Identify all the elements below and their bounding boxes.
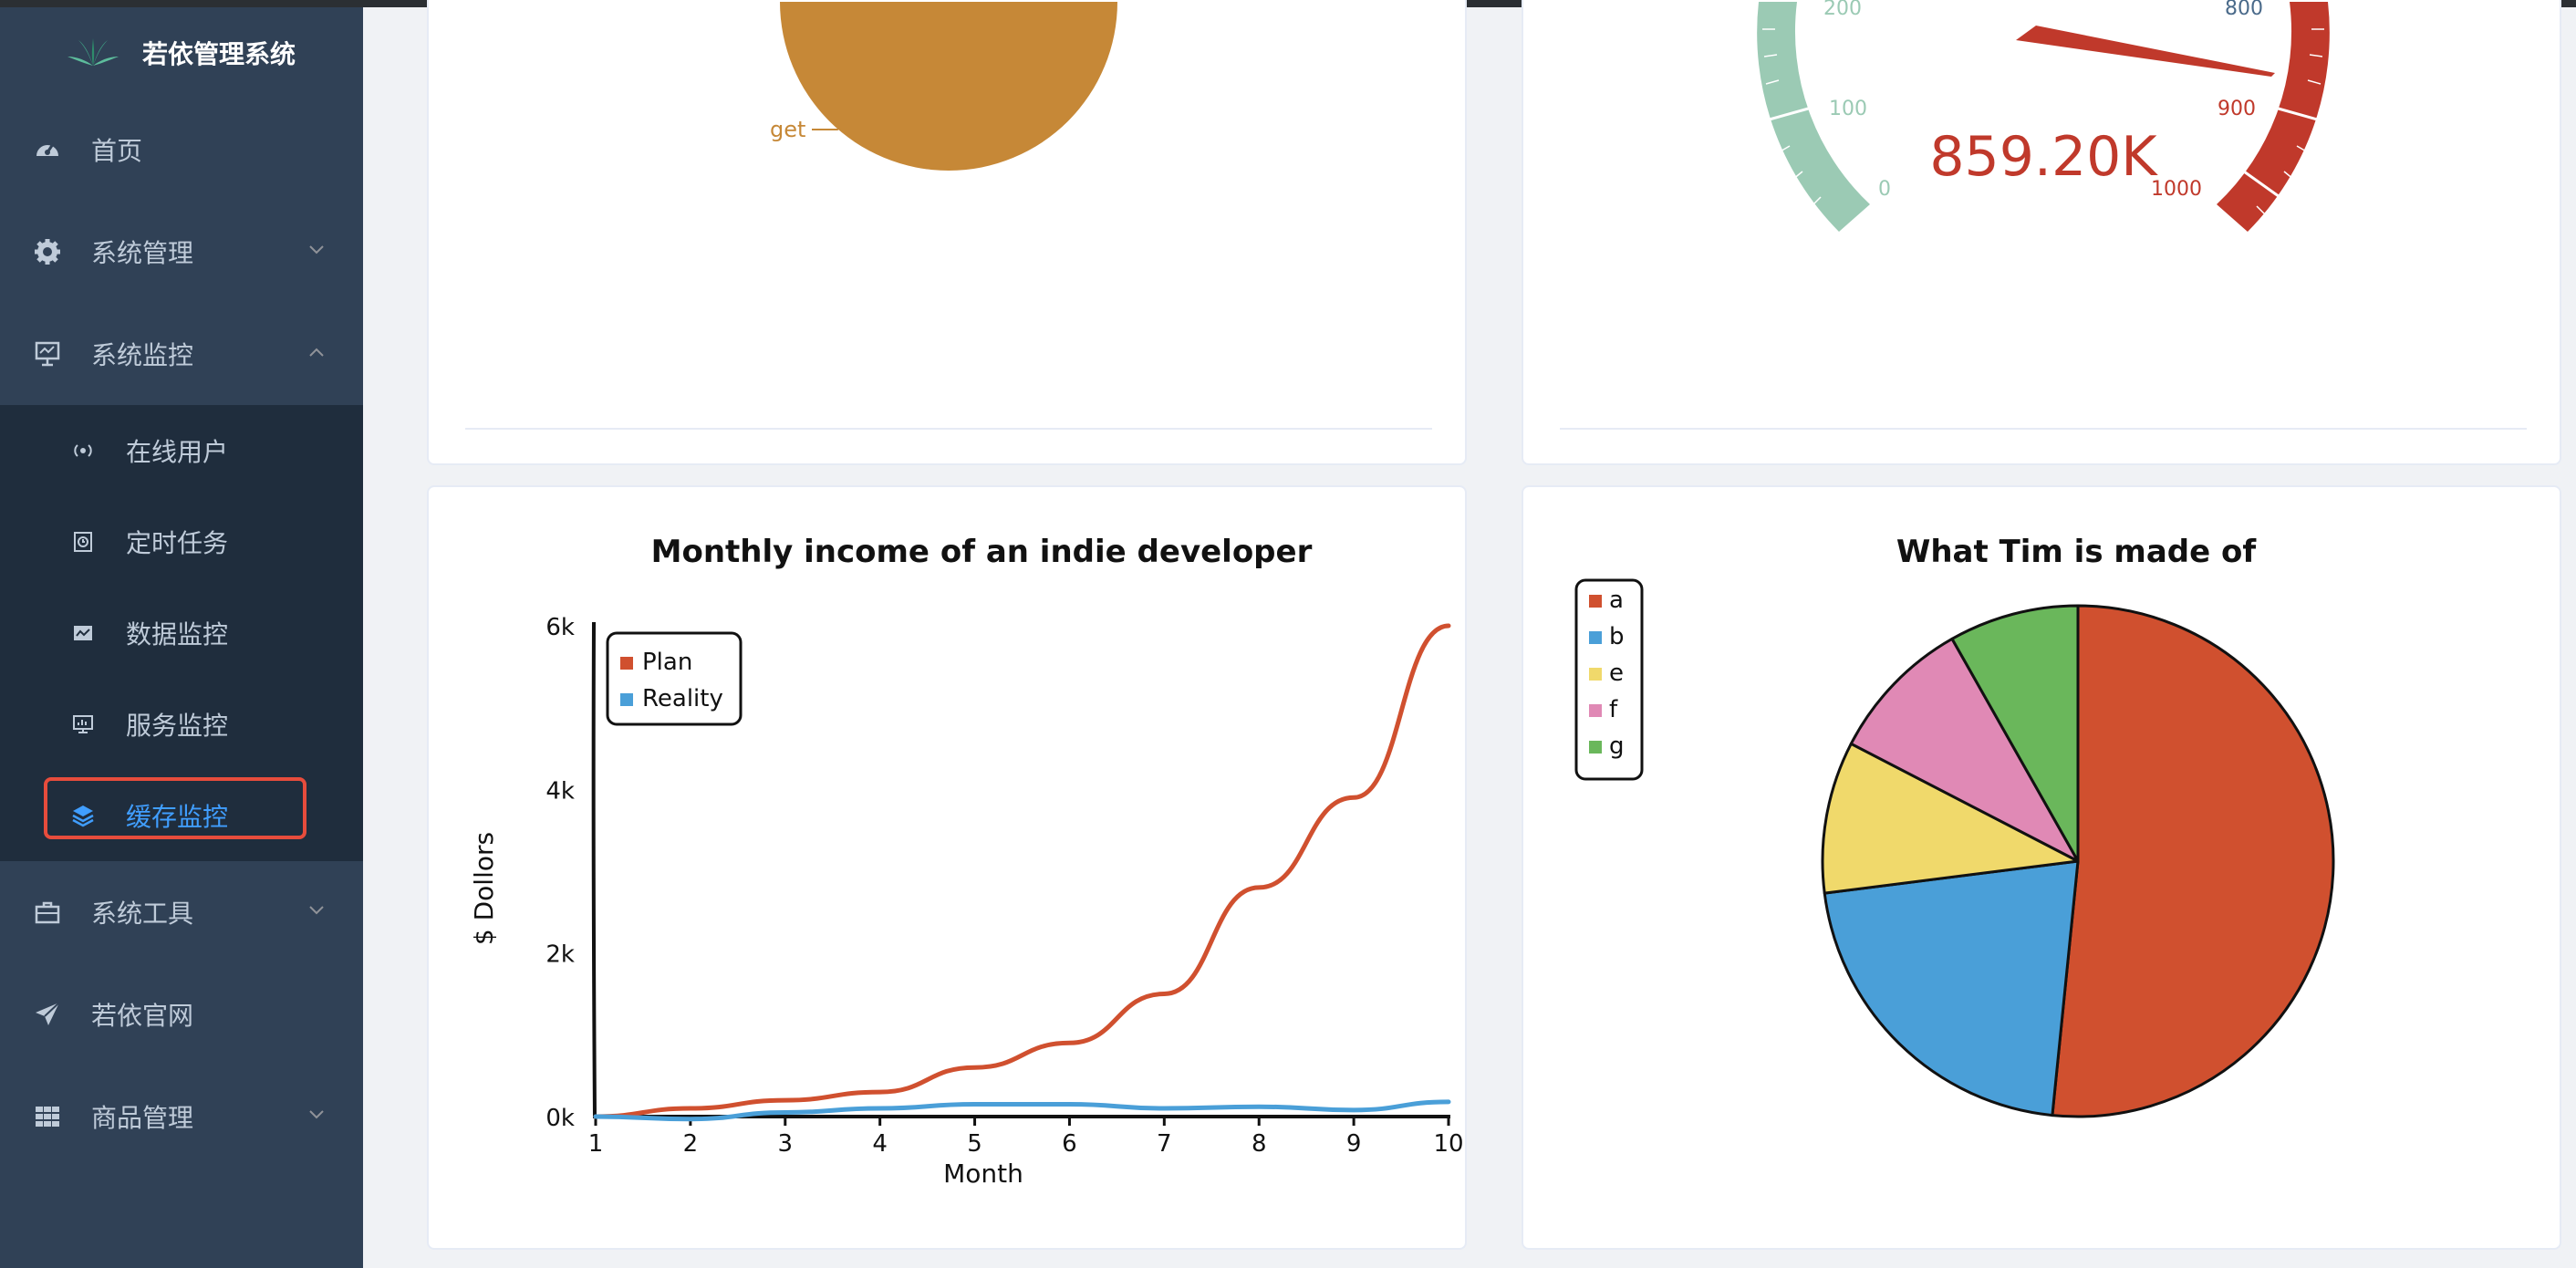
- x-tick-label: 7: [1157, 1130, 1172, 1158]
- gauge-tick-900: 900: [2218, 98, 2256, 120]
- income-line-chart-card: Monthly income of an indie developer Mon…: [427, 485, 1467, 1250]
- x-tick-label: 3: [778, 1130, 794, 1158]
- sidebar-item-system[interactable]: 系统管理: [0, 201, 363, 303]
- app-title: 若依管理系统: [142, 39, 296, 69]
- brand[interactable]: 若依管理系统: [0, 7, 363, 99]
- gauge-tick-1000: 1000: [2151, 178, 2202, 201]
- sidebar-item-label: 系统管理: [91, 238, 194, 268]
- grid-icon: [33, 1102, 62, 1131]
- sidebar-item-cache-monitor[interactable]: 缓存监控: [0, 770, 363, 861]
- legend-swatch-reality: [620, 693, 633, 706]
- logo-icon: [68, 38, 119, 66]
- sidebar-item-server-monitor[interactable]: 服务监控: [0, 679, 363, 770]
- chart-title: What Tim is made of: [1896, 534, 2258, 570]
- sidebar-item-label: 若依官网: [91, 1001, 194, 1031]
- sidebar-item-label: 服务监控: [126, 711, 229, 741]
- legend-label-g: g: [1609, 733, 1625, 760]
- x-tick-label: 2: [683, 1130, 699, 1158]
- y-tick-label: 0k: [545, 1105, 575, 1132]
- gauge-value: 859.20K: [1929, 125, 2158, 189]
- x-tick-label: 8: [1252, 1130, 1267, 1158]
- sidebar-item-website[interactable]: 若依官网: [0, 963, 363, 1065]
- pie-label-get: get: [770, 117, 805, 142]
- sidebar-item-label: 系统监控: [91, 340, 194, 370]
- chevron-down-icon: [309, 1110, 324, 1119]
- monitor-submenu: 在线用户 定时任务 数据监控 服务监控 缓存监控: [0, 405, 363, 861]
- legend-swatch-f: [1589, 704, 1602, 717]
- x-tick-label: 5: [967, 1130, 982, 1158]
- data-icon: [71, 621, 95, 645]
- legend-swatch-b: [1589, 631, 1602, 644]
- legend-swatch-a: [1589, 595, 1602, 608]
- x-tick-label: 6: [1062, 1130, 1077, 1158]
- memory-gauge-card: 0 100 200 800 900 1000 859.20K: [1522, 0, 2561, 465]
- sidebar: 若依管理系统 首页 系统管理 系统监控 在线用户 定时任务 数据监控 服务监控 …: [0, 7, 363, 1268]
- legend-label-reality: Reality: [642, 685, 723, 712]
- highlight-box: [44, 777, 306, 839]
- pie-slice-get: [780, 2, 1117, 171]
- sidebar-item-data-monitor[interactable]: 数据监控: [0, 587, 363, 679]
- sidebar-item-online-users[interactable]: 在线用户: [0, 405, 363, 496]
- chevron-down-icon: [309, 906, 324, 915]
- sidebar-item-label: 定时任务: [126, 528, 229, 558]
- tim-pie-chart-card: What Tim is made of abefg: [1522, 485, 2561, 1250]
- gear-icon: [33, 237, 62, 266]
- legend-label-b: b: [1609, 623, 1625, 650]
- sidebar-item-monitor[interactable]: 系统监控: [0, 303, 363, 405]
- chevron-down-icon: [309, 245, 324, 255]
- sidebar-item-goods[interactable]: 商品管理: [0, 1065, 363, 1168]
- legend-swatch-e: [1589, 668, 1602, 681]
- sidebar-item-home[interactable]: 首页: [0, 99, 363, 201]
- y-tick-label: 6k: [545, 614, 575, 641]
- x-tick-label: 4: [872, 1130, 888, 1158]
- online-icon: [71, 439, 95, 463]
- y-axis-label: $ Dollors: [469, 832, 499, 945]
- server-icon: [71, 712, 95, 736]
- clock-icon: [71, 530, 95, 554]
- sidebar-item-label: 数据监控: [126, 619, 229, 650]
- gauge-tick-0: 0: [1878, 178, 1891, 201]
- pie-slice-b: [1823, 859, 2080, 1117]
- gauge-needle: [2016, 26, 2275, 77]
- gauge-tick-100: 100: [1829, 98, 1867, 120]
- legend-swatch-g: [1589, 741, 1602, 754]
- sidebar-item-label: 在线用户: [126, 437, 229, 467]
- send-icon: [33, 1000, 62, 1029]
- sidebar-item-jobs[interactable]: 定时任务: [0, 496, 363, 587]
- sidebar-item-tools[interactable]: 系统工具: [0, 861, 363, 963]
- monitor-icon: [33, 339, 62, 369]
- command-pie-chart: get: [465, 2, 1432, 430]
- gauge-tick-200: 200: [1823, 0, 1862, 20]
- y-tick-label: 2k: [545, 941, 575, 969]
- toolbox-icon: [33, 898, 62, 927]
- sidebar-item-label: 系统工具: [91, 899, 194, 929]
- income-line-chart: Monthly income of an indie developer Mon…: [469, 534, 1464, 1189]
- gauge-tick-800: 800: [2225, 0, 2263, 20]
- memory-gauge: 0 100 200 800 900 1000 859.20K: [1560, 0, 2527, 430]
- legend-label-plan: Plan: [642, 649, 692, 676]
- command-stats-card: get: [427, 0, 1467, 465]
- legend-label-f: f: [1609, 696, 1618, 723]
- chevron-up-icon: [309, 348, 324, 357]
- legend-swatch-plan: [620, 657, 633, 670]
- tim-pie-chart: What Tim is made of abefg: [1574, 534, 2335, 1118]
- dashboard-icon: [33, 135, 62, 164]
- legend-label-a: a: [1609, 587, 1624, 614]
- legend-label-e: e: [1609, 660, 1624, 687]
- chart-title: Monthly income of an indie developer: [651, 534, 1313, 570]
- x-axis-label: Month: [943, 1159, 1023, 1189]
- y-tick-label: 4k: [545, 777, 575, 805]
- x-tick-label: 1: [588, 1130, 604, 1158]
- pie-slice-a: [2051, 604, 2335, 1118]
- sidebar-item-label: 商品管理: [91, 1103, 194, 1133]
- y-axis-line: [591, 621, 597, 1117]
- x-tick-label: 9: [1346, 1130, 1362, 1158]
- sidebar-item-label: 首页: [91, 136, 143, 166]
- x-tick-label: 10: [1433, 1130, 1463, 1158]
